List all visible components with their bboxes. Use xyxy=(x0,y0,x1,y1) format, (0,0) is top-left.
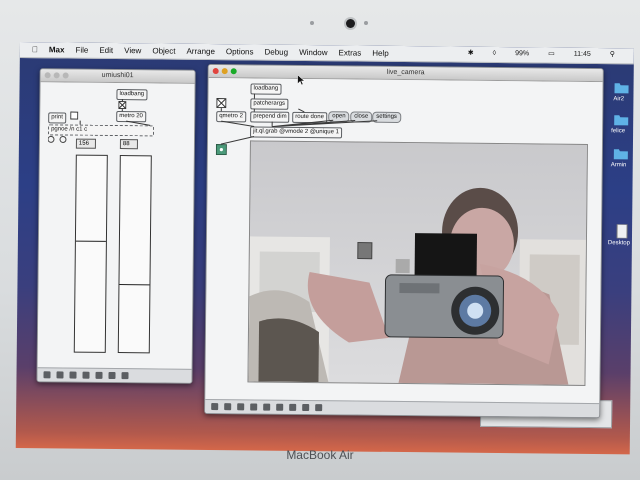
close-button[interactable] xyxy=(212,68,219,75)
new-object-icon[interactable] xyxy=(69,371,77,379)
slider-level-marker xyxy=(119,284,150,286)
menu-edit[interactable]: Edit xyxy=(99,46,113,55)
number-box[interactable]: 88 xyxy=(119,139,138,150)
open-message[interactable]: open xyxy=(328,111,350,123)
desktop-icon-label: Air2 xyxy=(613,96,625,103)
presentation-icon[interactable] xyxy=(56,371,64,379)
folder-icon[interactable] xyxy=(613,112,629,126)
route-object[interactable]: route done xyxy=(292,111,327,124)
info-icon[interactable] xyxy=(276,403,284,411)
prepend-object[interactable]: prepend dim xyxy=(250,111,290,123)
desktop-icon-label: Desktop xyxy=(607,240,630,247)
vertical-slider[interactable] xyxy=(117,155,152,354)
camera-led xyxy=(364,21,368,25)
window-title: live_camera xyxy=(386,68,425,77)
menu-app-name[interactable]: Max xyxy=(49,45,65,54)
vertical-slider[interactable] xyxy=(73,154,108,353)
battery-icon[interactable]: ▭ xyxy=(548,50,555,58)
menu-file[interactable]: File xyxy=(75,46,88,55)
patcher-window-live-camera[interactable]: live_camera loadbang patcherargs qmetro … xyxy=(204,63,604,419)
patcher-canvas[interactable]: loadbang metro 20 print pgnoe /n c1 c 15… xyxy=(37,82,195,369)
laptop-screen:  Max File Edit View Object Arrange Opti… xyxy=(15,42,634,455)
status-area: ✱ ◊ 99% ▭ 11:45 ⚲ xyxy=(468,49,626,59)
zoom-button[interactable] xyxy=(62,72,69,79)
console-icon[interactable] xyxy=(315,404,323,412)
loadbang-object[interactable]: loadbang xyxy=(116,89,148,101)
bang-button-icon[interactable] xyxy=(118,101,127,110)
video-output-display xyxy=(247,140,588,386)
webcam-scene-illustration xyxy=(248,141,587,385)
webcam xyxy=(346,19,355,28)
menu-arrange[interactable]: Arrange xyxy=(186,47,215,56)
wifi-icon[interactable]: ◊ xyxy=(493,49,497,56)
slider-level-marker xyxy=(75,240,106,243)
close-button[interactable] xyxy=(44,72,51,79)
folder-icon[interactable] xyxy=(613,146,629,160)
menu-extras[interactable]: Extras xyxy=(339,48,362,57)
menu-debug[interactable]: Debug xyxy=(264,48,288,57)
patcher-toolbar xyxy=(205,398,600,418)
inspector-icon[interactable] xyxy=(95,371,103,379)
inspector-icon[interactable] xyxy=(263,403,271,411)
presentation-icon[interactable] xyxy=(224,403,232,411)
bluetooth-icon[interactable]: ✱ xyxy=(468,49,474,57)
new-object-icon[interactable] xyxy=(237,403,245,411)
photo:  Max File Edit View Object Arrange Opti… xyxy=(0,0,640,480)
window-controls xyxy=(212,68,237,75)
toggle-icon[interactable] xyxy=(70,111,79,120)
grab-object[interactable]: jit.ql.grab @vmode 2 @unique 1 xyxy=(250,126,343,139)
patcher-canvas[interactable]: loadbang patcherargs qmetro 2 prepend di… xyxy=(205,77,603,404)
spotlight-icon[interactable]: ⚲ xyxy=(610,50,615,58)
info-icon[interactable] xyxy=(108,371,116,380)
minimize-button[interactable] xyxy=(53,72,60,79)
menu-object[interactable]: Object xyxy=(152,46,175,55)
sidebar-icon[interactable] xyxy=(121,372,129,380)
laptop-brand-label: MacBook Air xyxy=(286,448,354,462)
bang-toggle-icon[interactable] xyxy=(216,98,227,109)
menu-view[interactable]: View xyxy=(124,46,141,55)
metro-object[interactable]: metro 20 xyxy=(116,111,146,123)
print-object[interactable]: print xyxy=(48,112,66,124)
loadbang-object[interactable]: loadbang xyxy=(250,83,282,95)
qmetro-object[interactable]: qmetro 2 xyxy=(216,111,246,123)
menu-help[interactable]: Help xyxy=(372,49,389,58)
ambient-sensor xyxy=(310,21,314,25)
document-icon[interactable] xyxy=(614,224,630,239)
clock[interactable]: 11:45 xyxy=(574,50,591,57)
desktop-icon-label: felice xyxy=(611,128,626,135)
zoom-button[interactable] xyxy=(230,68,237,75)
outlet-circles-icon xyxy=(47,135,67,143)
sidebar-icon[interactable] xyxy=(289,403,297,411)
window-controls xyxy=(44,72,69,79)
battery-percent[interactable]: 99% xyxy=(515,50,529,57)
apple-menu-icon[interactable]:  xyxy=(32,45,38,54)
grid-icon[interactable] xyxy=(82,371,90,379)
lock-icon[interactable] xyxy=(211,403,219,411)
debug-icon[interactable] xyxy=(302,403,310,412)
minimize-button[interactable] xyxy=(221,68,228,75)
grid-icon[interactable] xyxy=(250,403,258,411)
mouse-cursor-icon xyxy=(298,75,306,85)
lock-icon[interactable] xyxy=(43,371,51,379)
patcherargs-object[interactable]: patcherargs xyxy=(250,98,289,110)
toggle-green-icon[interactable] xyxy=(215,144,227,156)
menu-window[interactable]: Window xyxy=(299,48,328,57)
close-message[interactable]: close xyxy=(350,111,373,123)
number-box[interactable]: 156 xyxy=(75,138,96,149)
folder-icon[interactable] xyxy=(613,80,629,94)
desktop-icon-label: Armin xyxy=(610,162,627,169)
window-title: umiushi01 xyxy=(101,71,134,80)
patcher-window-umiushi[interactable]: umiushi01 loadbang metro 20 print pgnoe … xyxy=(36,68,196,384)
settings-message[interactable]: settings xyxy=(372,111,401,123)
menu-options[interactable]: Options xyxy=(226,47,254,56)
patcher-toolbar xyxy=(37,367,192,383)
